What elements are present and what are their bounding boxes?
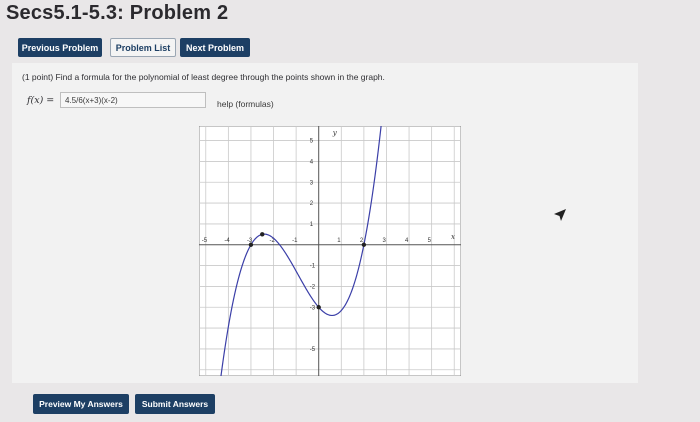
x-tick-label: -1 (292, 238, 298, 244)
help-formulas-link[interactable]: help (formulas) (217, 99, 274, 109)
preview-answers-button[interactable]: Preview My Answers (33, 394, 129, 414)
x-tick-label: -4 (224, 238, 230, 244)
y-tick-label: -5 (310, 347, 316, 353)
polynomial-graph: -5 -4 -3 -2 -1 1 2 3 4 554321-1-2-3-5 x y (199, 126, 461, 376)
y-tick-label: -1 (310, 264, 316, 270)
data-point (260, 232, 265, 237)
mouse-cursor-icon (554, 209, 566, 221)
graph-frame (199, 126, 461, 376)
data-point (361, 242, 367, 247)
problem-list-button[interactable]: Problem List (110, 38, 176, 57)
submit-answers-button[interactable]: Submit Answers (135, 394, 215, 414)
y-tick-label: -2 (310, 284, 316, 290)
page-title: Secs5.1-5.3: Problem 2 (6, 2, 229, 24)
data-point (248, 242, 254, 247)
x-axis-label: x (451, 233, 455, 241)
x-tick-label: -5 (202, 238, 208, 244)
next-problem-button[interactable]: Next Problem (180, 38, 250, 57)
previous-problem-button[interactable]: Previous Problem (18, 38, 102, 57)
problem-statement: (1 point) Find a formula for the polynom… (22, 72, 385, 82)
answer-input[interactable]: 4.5/6(x+3)(x-2) (60, 92, 206, 108)
data-point (316, 305, 321, 310)
fx-label: f(x) = (27, 95, 55, 106)
y-tick-label: -3 (310, 305, 316, 311)
